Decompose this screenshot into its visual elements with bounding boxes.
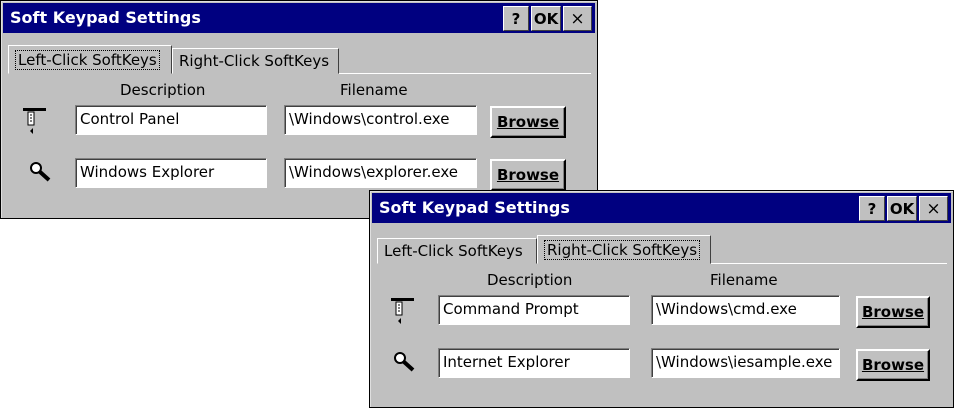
tab-left-click-softkeys[interactable]: Left-Click SoftKeys — [377, 238, 537, 264]
description-field[interactable]: Control Panel — [75, 105, 267, 135]
soft-keypad-settings-dialog-right: Soft Keypad Settings ? OK × Left-Click S… — [369, 190, 954, 408]
browse-button[interactable]: Browse — [856, 296, 930, 328]
close-button[interactable]: × — [919, 196, 948, 221]
tab-label: Left-Click SoftKeys — [384, 242, 523, 260]
filename-field[interactable]: \Windows\cmd.exe — [651, 295, 840, 325]
filename-field[interactable]: \Windows\explorer.exe — [284, 158, 477, 188]
description-column-header: Description — [487, 271, 573, 289]
browse-button[interactable]: Browse — [856, 349, 930, 381]
help-button[interactable]: ? — [503, 6, 529, 31]
tab-strip: Left-Click SoftKeys Right-Click SoftKeys — [377, 233, 947, 264]
description-field[interactable]: Internet Explorer — [438, 348, 630, 378]
browse-label: Browse — [496, 166, 560, 184]
dialog-title: Soft Keypad Settings — [10, 8, 201, 27]
magnifier-icon — [29, 161, 55, 189]
control-panel-icon — [22, 107, 48, 135]
tab-label: Left-Click SoftKeys — [15, 49, 160, 70]
ok-button[interactable]: OK — [887, 196, 917, 221]
ok-button[interactable]: OK — [531, 6, 561, 31]
filename-field[interactable]: \Windows\control.exe — [284, 105, 477, 135]
description-field[interactable]: Windows Explorer — [75, 158, 267, 188]
filename-column-header: Filename — [340, 81, 408, 99]
dialog-title: Soft Keypad Settings — [379, 198, 570, 217]
browse-button[interactable]: Browse — [490, 106, 566, 138]
control-panel-icon — [390, 297, 416, 325]
title-bar: Soft Keypad Settings ? OK × — [372, 193, 951, 223]
close-button[interactable]: × — [563, 6, 592, 31]
soft-keypad-settings-dialog-left: Soft Keypad Settings ? OK × Left-Click S… — [0, 0, 598, 219]
tab-right-click-softkeys[interactable]: Right-Click SoftKeys — [172, 48, 339, 74]
browse-label: Browse — [861, 356, 925, 374]
description-field[interactable]: Command Prompt — [438, 295, 630, 325]
browse-label: Browse — [496, 113, 560, 131]
tab-right-click-softkeys[interactable]: Right-Click SoftKeys — [537, 235, 711, 264]
tab-left-click-softkeys[interactable]: Left-Click SoftKeys — [8, 45, 172, 74]
tab-label: Right-Click SoftKeys — [544, 239, 701, 260]
description-column-header: Description — [120, 81, 206, 99]
tab-label: Right-Click SoftKeys — [179, 52, 330, 70]
browse-button[interactable]: Browse — [490, 159, 566, 191]
tab-strip: Left-Click SoftKeys Right-Click SoftKeys — [8, 43, 591, 74]
filename-field[interactable]: \Windows\iesample.exe — [651, 348, 840, 378]
magnifier-icon — [393, 351, 419, 379]
browse-label: Browse — [861, 303, 925, 321]
help-button[interactable]: ? — [859, 196, 885, 221]
filename-column-header: Filename — [710, 271, 778, 289]
title-bar: Soft Keypad Settings ? OK × — [3, 3, 595, 33]
